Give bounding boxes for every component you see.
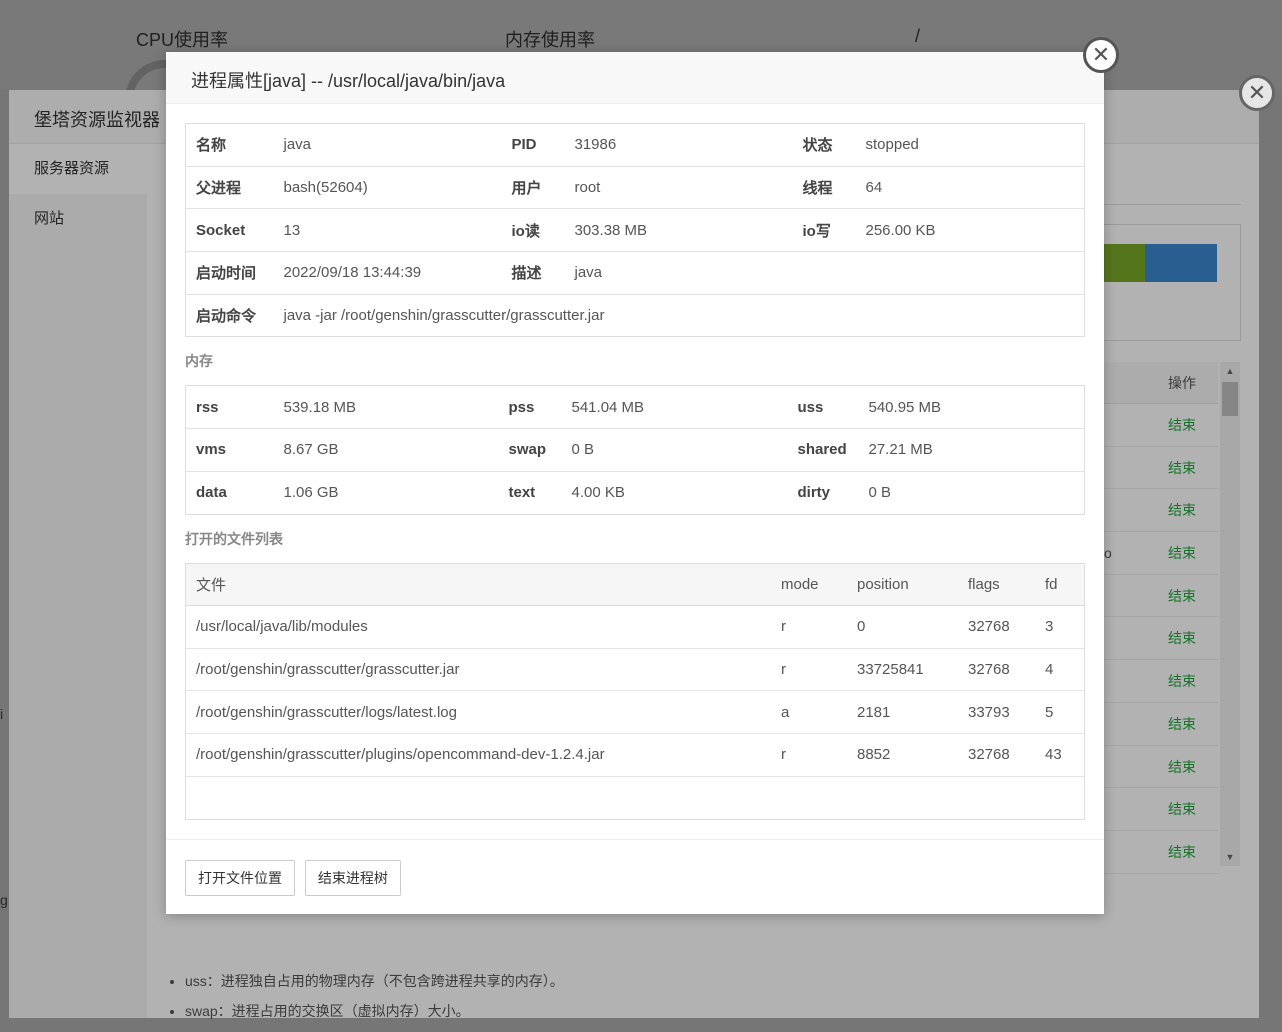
dialog-title: 进程属性[java] -- /usr/local/java/bin/java bbox=[166, 52, 1104, 104]
memory-section-title: 内存 bbox=[185, 353, 213, 370]
open-files-section-title: 打开的文件列表 bbox=[185, 530, 283, 547]
dialog-footer: 打开文件位置 结束进程树 bbox=[166, 839, 1104, 914]
process-info-table: 名称 java PID 31986 状态 stopped 父进程 bash(52… bbox=[185, 123, 1085, 338]
table-row: rss 539.18 MB pss 541.04 MB uss 540.95 M… bbox=[186, 386, 1085, 429]
file-fd: 4 bbox=[1035, 648, 1084, 692]
memory-table: rss 539.18 MB pss 541.04 MB uss 540.95 M… bbox=[185, 385, 1085, 515]
file-flags: 32768 bbox=[958, 733, 1035, 777]
file-position: 2181 bbox=[847, 690, 958, 735]
shared-label: shared bbox=[787, 428, 859, 472]
file-fd: 3 bbox=[1035, 605, 1084, 649]
data-value: 1.06 GB bbox=[273, 470, 499, 514]
uss-value: 540.95 MB bbox=[868, 398, 942, 416]
desc-label: 描述 bbox=[501, 251, 565, 295]
swap-label: swap bbox=[498, 428, 562, 472]
text-label: text bbox=[498, 470, 562, 514]
file-path: /root/genshin/grasscutter/plugins/openco… bbox=[186, 733, 771, 777]
dirty-value: 0 B bbox=[858, 470, 1085, 514]
shared-value: 27.21 MB bbox=[858, 428, 1085, 472]
file-path: /usr/local/java/lib/modules bbox=[186, 605, 771, 649]
uss-label: uss bbox=[797, 398, 824, 416]
vms-label: vms bbox=[185, 428, 274, 472]
table-row: vms 8.67 GB swap 0 B shared 27.21 MB bbox=[185, 428, 1085, 472]
swap-value: 0 B bbox=[561, 428, 788, 472]
status-value: stopped bbox=[865, 136, 919, 154]
threads-value: 64 bbox=[855, 165, 1085, 209]
io-read-label: io读 bbox=[501, 208, 565, 252]
file-mode: r bbox=[771, 648, 847, 692]
table-row: 启动命令 java -jar /root/genshin/grasscutter… bbox=[185, 293, 1085, 337]
rss-label: rss bbox=[196, 398, 219, 416]
name-value: java bbox=[283, 136, 312, 154]
file-mode: a bbox=[771, 690, 847, 735]
text-value: 4.00 KB bbox=[561, 470, 788, 514]
column-header-position: position bbox=[847, 563, 958, 606]
table-row: 启动时间 2022/09/18 13:44:39 描述 java bbox=[185, 251, 1085, 295]
desc-value: java bbox=[564, 251, 1085, 295]
table-row: /usr/local/java/lib/modules r 0 32768 3 bbox=[186, 605, 1084, 649]
file-position: 8852 bbox=[847, 733, 958, 777]
column-header-fd: fd bbox=[1035, 563, 1084, 606]
start-time-label: 启动时间 bbox=[185, 251, 274, 295]
file-flags: 33793 bbox=[958, 690, 1035, 735]
dialog-body: 名称 java PID 31986 状态 stopped 父进程 bash(52… bbox=[185, 123, 1085, 820]
name-label: 名称 bbox=[196, 137, 227, 155]
table-row: 名称 java PID 31986 状态 stopped bbox=[186, 124, 1085, 167]
file-path: /root/genshin/grasscutter/grasscutter.ja… bbox=[186, 648, 771, 692]
file-mode: r bbox=[771, 733, 847, 777]
command-value: java -jar /root/genshin/grasscutter/gras… bbox=[273, 293, 1085, 337]
file-mode: r bbox=[771, 605, 847, 649]
file-path: /root/genshin/grasscutter/logs/latest.lo… bbox=[186, 690, 771, 735]
command-label: 启动命令 bbox=[185, 293, 274, 337]
open-files-table-container: 文件 mode position flags fd /usr/local/jav… bbox=[185, 562, 1085, 820]
socket-value: 13 bbox=[273, 208, 502, 252]
column-header-mode: mode bbox=[771, 563, 847, 606]
file-fd: 5 bbox=[1035, 690, 1084, 735]
pid-value: 31986 bbox=[574, 136, 617, 154]
process-properties-dialog: 进程属性[java] -- /usr/local/java/bin/java 名… bbox=[166, 52, 1104, 914]
socket-label: Socket bbox=[185, 208, 274, 252]
start-time-value: 2022/09/18 13:44:39 bbox=[273, 251, 502, 295]
close-icon: ✕ bbox=[1247, 80, 1267, 105]
user-value: root bbox=[564, 165, 793, 209]
table-row: /root/genshin/grasscutter/plugins/openco… bbox=[186, 733, 1084, 777]
table-row: /root/genshin/grasscutter/grasscutter.ja… bbox=[186, 648, 1084, 692]
pid-label: PID bbox=[511, 136, 537, 154]
close-monitor-button[interactable]: ✕ bbox=[1239, 75, 1275, 111]
table-row: /root/genshin/grasscutter/logs/latest.lo… bbox=[186, 690, 1084, 735]
table-row: data 1.06 GB text 4.00 KB dirty 0 B bbox=[185, 470, 1085, 514]
file-fd: 43 bbox=[1035, 733, 1084, 777]
file-flags: 32768 bbox=[958, 648, 1035, 692]
io-write-value: 256.00 KB bbox=[855, 208, 1085, 252]
parent-label: 父进程 bbox=[185, 165, 274, 209]
file-position: 0 bbox=[847, 605, 958, 649]
threads-label: 线程 bbox=[792, 165, 856, 209]
file-flags: 32768 bbox=[958, 605, 1035, 649]
column-header-file: 文件 bbox=[186, 563, 771, 606]
data-label: data bbox=[185, 470, 274, 514]
parent-value: bash(52604) bbox=[273, 165, 502, 209]
close-dialog-button[interactable]: ✕ bbox=[1083, 37, 1119, 73]
open-file-location-button[interactable]: 打开文件位置 bbox=[185, 860, 295, 896]
user-label: 用户 bbox=[501, 165, 565, 209]
column-header-flags: flags bbox=[958, 563, 1035, 606]
vms-value: 8.67 GB bbox=[273, 428, 499, 472]
status-label: 状态 bbox=[802, 137, 833, 155]
pss-value: 541.04 MB bbox=[571, 398, 645, 416]
rss-value: 539.18 MB bbox=[283, 398, 357, 416]
file-position: 33725841 bbox=[847, 648, 958, 692]
open-files-table: 文件 mode position flags fd /usr/local/jav… bbox=[186, 563, 1084, 777]
io-write-label: io写 bbox=[792, 208, 856, 252]
close-icon: ✕ bbox=[1091, 42, 1111, 67]
table-row: Socket 13 io读 303.38 MB io写 256.00 KB bbox=[185, 208, 1085, 252]
table-header-row: 文件 mode position flags fd bbox=[186, 563, 1084, 606]
kill-process-tree-button[interactable]: 结束进程树 bbox=[304, 860, 401, 896]
pss-label: pss bbox=[508, 398, 535, 416]
table-row: 父进程 bash(52604) 用户 root 线程 64 bbox=[185, 165, 1085, 209]
io-read-value: 303.38 MB bbox=[564, 208, 793, 252]
dirty-label: dirty bbox=[787, 470, 859, 514]
